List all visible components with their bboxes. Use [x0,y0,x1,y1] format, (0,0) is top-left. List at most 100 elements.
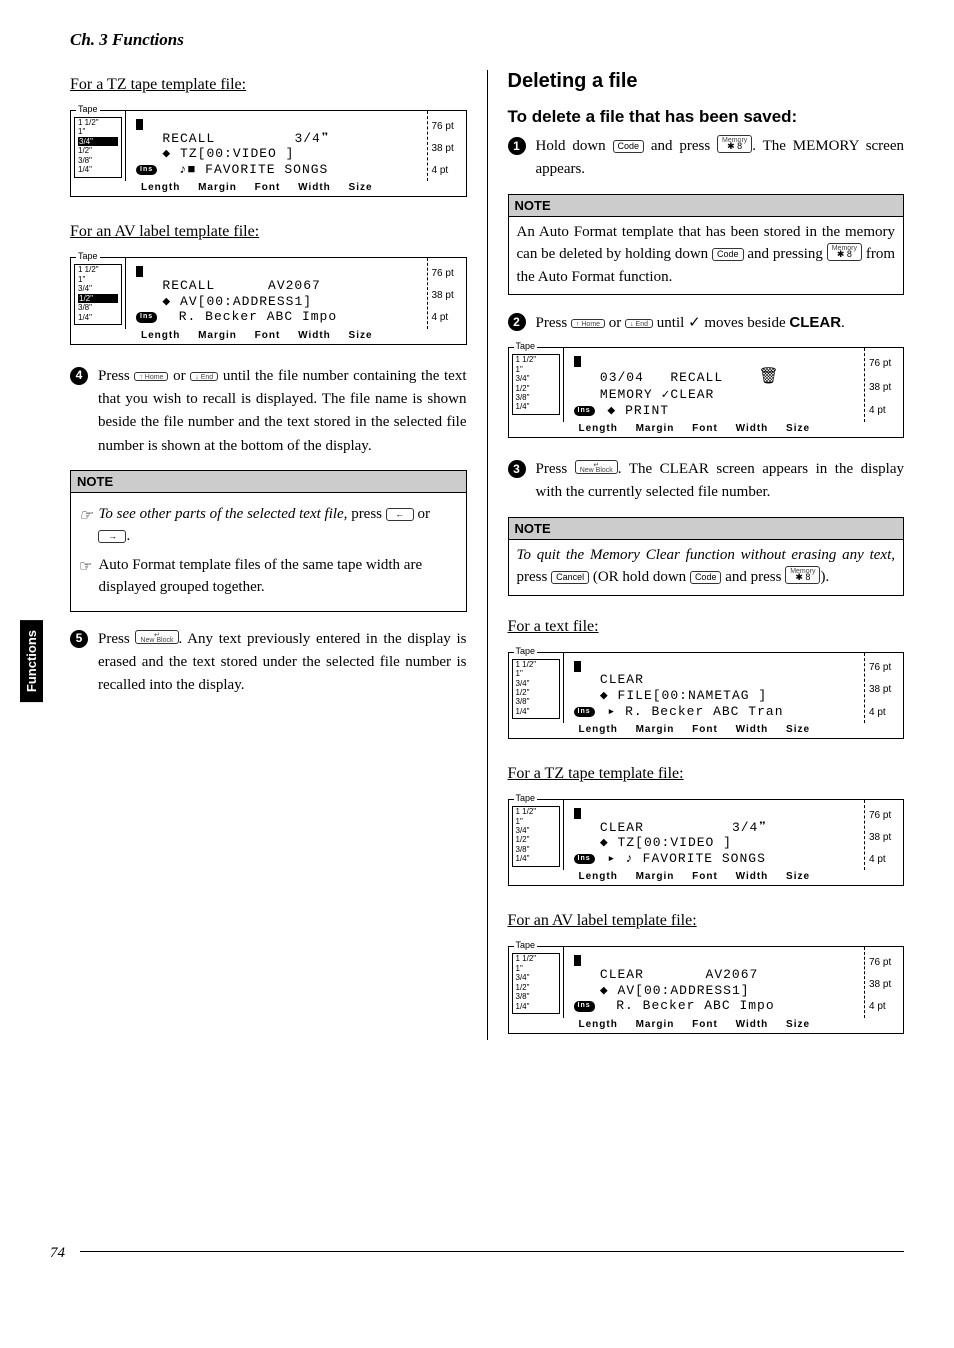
note-heading: NOTE [71,471,466,493]
ins-badge: Ins [574,406,595,416]
trash-icon: 🗑 [758,368,779,387]
tape-size: 3/8" [516,393,556,402]
note2-text: press [517,569,548,585]
memory-key: Memory✱ 8 [785,566,820,584]
lcd-text: CLEAR [600,967,644,982]
left-arrow-key: ← [386,508,414,521]
lcd-text-file: Tape 1 1/2" 1" 3/4" 1/2" 3/8" 1/4" CLEAR [508,652,905,739]
tape-label: Tape [76,251,100,261]
tape-size: 3/4" [78,284,118,293]
step2-text: Press [536,315,568,331]
lcd-text: CLEAR [600,672,644,687]
lcd-right-tz: Tape 1 1/2" 1" 3/4" 1/2" 3/8" 1/4" CLEAR [508,799,905,886]
tape-size: 1 1/2" [516,807,556,816]
pt-size: 4 pt [865,854,903,865]
lcd-text: 3/4❞ [732,820,767,835]
tape-size: 3/8" [78,156,118,165]
lcd-text: AV[00:ADDRESS1] [609,983,750,998]
pt-size: 38 pt [428,290,466,301]
step2-text: until [657,315,685,331]
tape-size: 3/4" [516,973,556,982]
page-number: 74 [50,1245,65,1262]
tip-text: press [351,506,382,522]
note2-text: To quit the Memory Clear function withou… [517,547,896,563]
ins-badge: Ins [136,165,157,175]
note2-text: ). [820,569,829,585]
tape-size: 3/8" [516,845,556,854]
tape-size: 1/2" [516,983,556,992]
ins-badge: Ins [574,707,595,717]
tape-size: 1/4" [516,402,556,411]
tape-size: 1/2" [78,294,118,303]
new-block-key: ↵New Block [135,630,178,644]
step-marker-3: 3 [508,460,526,478]
note2-text: and press [725,569,781,585]
tape-size: 1" [516,964,556,973]
tape-size: 1/2" [516,688,556,697]
tape-label: Tape [514,646,538,656]
pt-size: 76 pt [428,268,466,279]
pt-size: 4 pt [865,405,903,416]
note2-text: (OR hold down [593,569,686,585]
tape-label: Tape [514,341,538,351]
lcd-text: R. Becker ABC Impo [179,309,337,324]
tape-size: 1/2" [78,146,118,155]
note-box: NOTE An Auto Format template that has be… [508,194,905,296]
pt-size: 38 pt [428,143,466,154]
step-marker-5: 5 [70,630,88,648]
pt-size: 76 pt [428,121,466,132]
lcd-right-av: Tape 1 1/2" 1" 3/4" 1/2" 3/8" 1/4" CLEAR [508,946,905,1033]
pointer-icon: ☞ [79,556,92,579]
tape-size: 3/8" [516,697,556,706]
pt-size: 76 pt [865,662,903,673]
lcd-left-tz: Tape 1 1/2" 1" 3/4" 1/2" 3/8" 1/4" RECAL [70,110,467,197]
side-tab: Functions [20,620,43,702]
pt-size: 76 pt [865,957,903,968]
lcd-text: FILE[00:NAMETAG ] [609,688,767,703]
tape-size: 1/4" [78,165,118,174]
step1-text: Hold down [536,138,606,154]
tape-size: 1/2" [516,384,556,393]
lcd-text: RECALL [162,131,215,146]
new-block-key: ↵New Block [575,460,618,474]
tip-text: or [418,506,431,522]
tape-size: 1 1/2" [78,265,118,274]
tape-size: 3/8" [516,992,556,1001]
memory-key: Memory✱ 8 [717,135,752,153]
lcd-left-av: Tape 1 1/2" 1" 3/4" 1/2" 3/8" 1/4" RECAL [70,257,467,344]
tape-size: 1/4" [78,313,118,322]
lcd-text: FAVORITE SONGS [196,162,328,177]
tape-size: 1" [516,669,556,678]
chapter-heading: Ch. 3 Functions [70,30,904,50]
tape-size: 1" [516,817,556,826]
page-footer-rule [80,1251,904,1252]
tape-label: Tape [76,104,100,114]
lcd-text: AV2067 [268,278,321,293]
right-arrow-key: → [98,530,126,543]
down-end-key: ↓ End [190,372,218,381]
text-file-title: For a text file: [508,618,599,636]
pt-size: 4 pt [865,1001,903,1012]
section-title: Deleting a file [508,70,905,93]
step2-clear: CLEAR [789,314,841,331]
ins-badge: Ins [136,312,157,322]
code-key: Code [712,248,744,261]
step1-text: and press [651,138,710,154]
pointer-icon: ☞ [79,505,92,528]
step-marker-2: 2 [508,313,526,331]
lcd-text: 3/4❞ [294,131,329,146]
pt-size: 38 pt [865,979,903,990]
right-av-title: For an AV label template file: [508,912,697,930]
tape-size: 3/4" [78,137,118,146]
code-key: Code [613,140,645,153]
lcd-text: TZ[00:VIDEO ] [609,835,732,850]
tape-size: 1" [516,365,556,374]
step-marker-4: 4 [70,367,88,385]
tape-size: 3/4" [516,826,556,835]
lcd-bottom-labels: Length Margin Font Width Size [509,870,904,885]
ins-badge: Ins [574,854,595,864]
cancel-key: Cancel [551,571,589,584]
tape-size: 1" [78,127,118,136]
note-heading: NOTE [509,195,904,217]
subsection-title: To delete a file that has been saved: [508,107,905,127]
